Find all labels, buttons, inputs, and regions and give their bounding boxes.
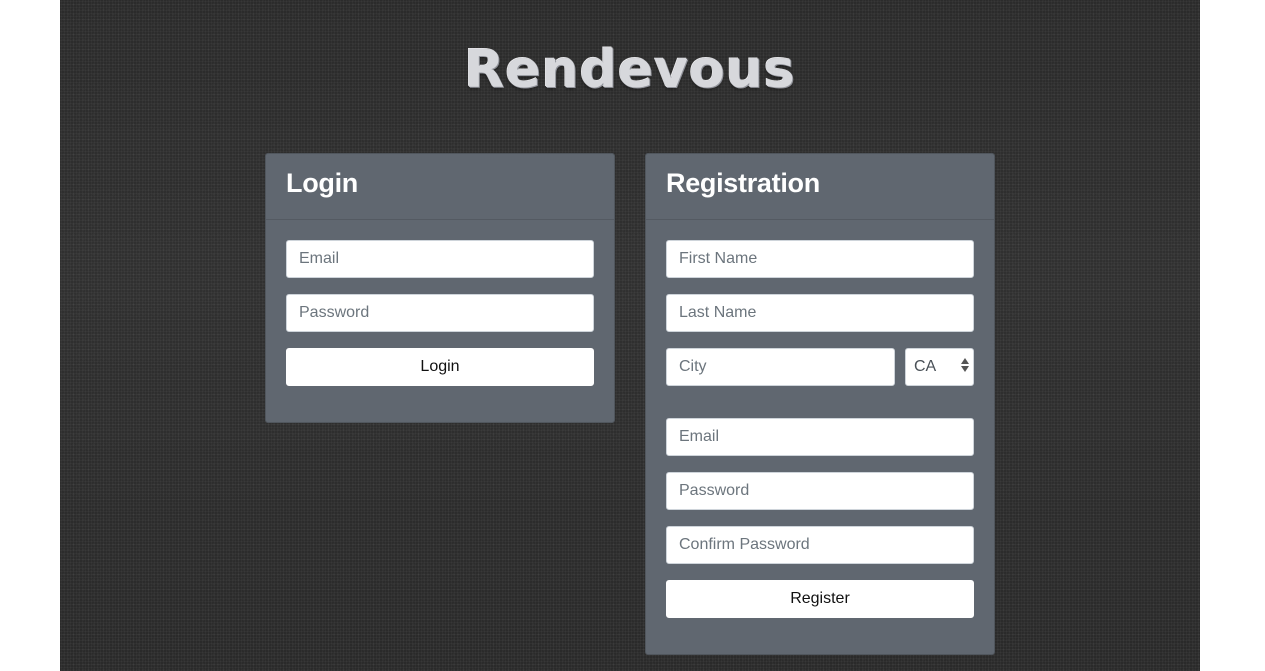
login-card-body: Login [266,220,614,386]
registration-title: Registration [666,168,820,198]
city-input[interactable] [666,348,895,386]
login-password-input[interactable] [286,294,594,332]
city-state-row: CA [666,348,974,386]
first-name-input[interactable] [666,240,974,278]
state-select[interactable]: CA [905,348,974,386]
register-password-input[interactable] [666,472,974,510]
registration-card-header: Registration [646,154,994,220]
confirm-password-input[interactable] [666,526,974,564]
page-background: Rendevous Login Login Registration CA [60,0,1200,671]
login-card-header: Login [266,154,614,220]
login-card: Login Login [265,153,615,423]
registration-card-body: CA Register [646,220,994,618]
login-email-input[interactable] [286,240,594,278]
register-email-input[interactable] [666,418,974,456]
login-button[interactable]: Login [286,348,594,386]
registration-card: Registration CA Register [645,153,995,655]
brand-title: Rendevous [464,40,796,100]
register-button[interactable]: Register [666,580,974,618]
login-title: Login [286,168,358,198]
chevron-up-down-icon [961,358,969,376]
last-name-input[interactable] [666,294,974,332]
